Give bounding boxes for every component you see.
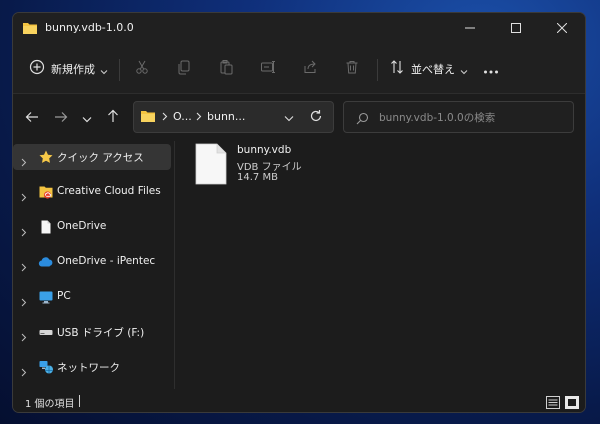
network-icon	[38, 359, 54, 375]
file-name: bunny.vdb	[237, 144, 292, 156]
document-icon	[38, 219, 54, 235]
scissors-icon	[134, 59, 150, 79]
file-type: VDB ファイル	[237, 162, 302, 173]
creative-cloud-icon	[38, 184, 54, 200]
address-row: O... bunn... bunny.vdb-1.0.0の検索	[13, 94, 585, 140]
title-bar[interactable]: bunny.vdb-1.0.0	[13, 13, 585, 45]
file-size: 14.7 MB	[237, 172, 278, 183]
window-title: bunny.vdb-1.0.0	[45, 21, 134, 34]
file-icon	[195, 143, 227, 189]
usb-drive-icon	[38, 324, 54, 340]
folder-icon	[140, 109, 156, 126]
chevron-right-icon[interactable]	[21, 327, 27, 346]
forward-button[interactable]	[51, 107, 71, 127]
toolbar-separator	[119, 59, 120, 81]
explorer-window: bunny.vdb-1.0.0 新規作成 並べ替え O... bunn... b…	[12, 12, 586, 413]
details-view-icon	[546, 394, 560, 412]
sidebar-item-network[interactable]: ネットワーク	[13, 354, 171, 380]
sidebar-item-creative-cloud[interactable]: Creative Cloud Files	[13, 179, 171, 205]
details-view-button[interactable]	[546, 394, 560, 409]
sidebar-item-label: Creative Cloud Files	[57, 185, 161, 197]
chevron-right-icon[interactable]	[21, 257, 27, 276]
toolbar-separator	[377, 59, 378, 81]
command-bar: 新規作成 並べ替え	[13, 45, 585, 94]
sort-button[interactable]: 並べ替え	[389, 57, 468, 81]
cut-button[interactable]	[134, 57, 150, 81]
maximize-button[interactable]	[493, 13, 539, 43]
paste-icon	[218, 59, 234, 79]
sidebar-item-usb-drive[interactable]: USB ドライブ (F:)	[13, 319, 171, 345]
back-button[interactable]	[22, 107, 42, 127]
rename-icon	[260, 59, 276, 79]
pane-divider[interactable]	[174, 141, 175, 389]
address-bar[interactable]: O... bunn...	[133, 101, 334, 133]
trash-icon	[344, 59, 360, 79]
copy-button[interactable]	[176, 57, 192, 81]
folder-icon	[22, 20, 38, 39]
share-icon	[302, 59, 318, 79]
search-placeholder: bunny.vdb-1.0.0の検索	[379, 112, 496, 124]
delete-button[interactable]	[344, 57, 360, 81]
large-icons-view-button[interactable]	[565, 394, 579, 409]
navigation-pane: クイック アクセス Creative Cloud Files OneDrive …	[13, 141, 173, 389]
paste-button[interactable]	[218, 57, 234, 81]
sidebar-item-label: ネットワーク	[57, 362, 120, 374]
up-button[interactable]	[103, 107, 123, 127]
chevron-down-icon[interactable]	[284, 112, 294, 125]
sidebar-item-onedrive-ipentec[interactable]: OneDrive - iPentec	[13, 249, 171, 275]
sidebar-item-onedrive[interactable]: OneDrive	[13, 214, 171, 240]
sidebar-item-label: クイック アクセス	[57, 152, 144, 164]
more-options-button[interactable]	[483, 57, 499, 81]
sidebar-item-pc[interactable]: PC	[13, 284, 171, 310]
chevron-right-icon[interactable]	[21, 222, 27, 241]
status-bar: 1 個の項目	[13, 391, 585, 412]
item-count: 1 個の項目	[25, 399, 75, 410]
chevron-right-icon[interactable]	[21, 152, 27, 171]
close-button[interactable]	[539, 13, 585, 43]
sidebar-item-quick-access[interactable]: クイック アクセス	[13, 144, 171, 170]
breadcrumb-segment[interactable]: bunn...	[207, 110, 245, 123]
chevron-right-icon[interactable]	[21, 292, 27, 311]
new-button[interactable]: 新規作成	[29, 57, 108, 81]
chevron-down-icon	[100, 60, 108, 79]
rename-button[interactable]	[260, 57, 276, 81]
file-item[interactable]: bunny.vdb VDB ファイル 14.7 MB	[191, 143, 331, 193]
chevron-right-icon	[196, 111, 202, 124]
sidebar-item-label: USB ドライブ (F:)	[57, 327, 145, 339]
chevron-right-icon[interactable]	[21, 187, 27, 206]
cloud-icon	[38, 254, 54, 270]
refresh-button[interactable]	[306, 107, 326, 127]
sort-button-label: 並べ替え	[411, 63, 455, 76]
copy-icon	[176, 59, 192, 79]
share-button[interactable]	[302, 57, 318, 81]
arrow-left-icon	[25, 108, 39, 127]
chevron-down-icon	[82, 108, 92, 127]
sort-icon	[389, 59, 405, 79]
arrow-right-icon	[54, 108, 68, 127]
star-icon	[38, 149, 54, 165]
sidebar-item-label: OneDrive - iPentec	[57, 255, 156, 267]
minimize-button[interactable]	[447, 13, 493, 43]
plus-circle-icon	[29, 59, 45, 79]
sidebar-item-label: PC	[57, 290, 71, 302]
chevron-right-icon[interactable]	[21, 362, 27, 381]
arrow-up-icon	[107, 108, 119, 127]
sidebar-item-label: OneDrive	[57, 220, 107, 232]
recent-locations-button[interactable]	[77, 107, 97, 127]
status-separator	[79, 395, 80, 407]
new-button-label: 新規作成	[51, 63, 95, 76]
large-icons-view-icon	[565, 394, 579, 412]
monitor-icon	[38, 289, 54, 305]
more-icon	[483, 60, 499, 79]
refresh-icon	[309, 108, 323, 127]
chevron-down-icon	[460, 60, 468, 79]
search-input[interactable]: bunny.vdb-1.0.0の検索	[343, 101, 574, 133]
breadcrumb-segment[interactable]: O...	[173, 110, 192, 123]
chevron-right-icon	[162, 111, 168, 124]
search-icon	[356, 110, 369, 129]
